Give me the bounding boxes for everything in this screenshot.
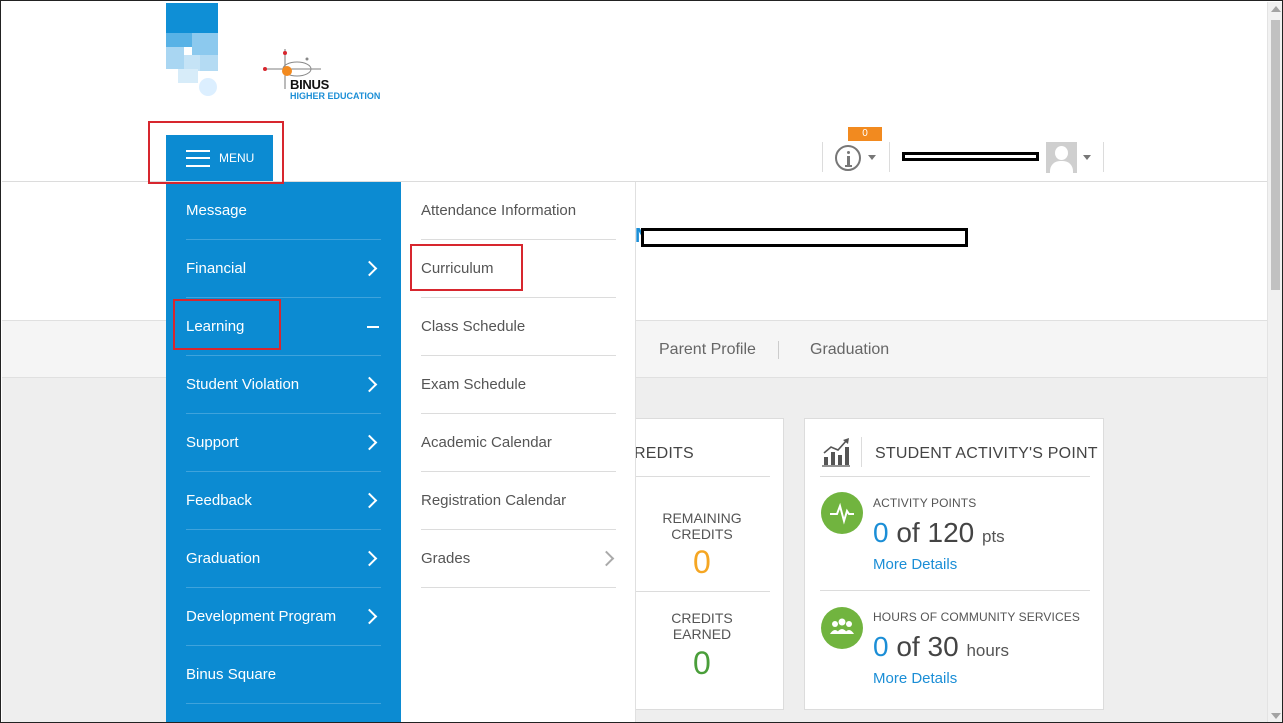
menu-item-binus-square[interactable]: Binus Square [186,646,381,704]
community-services-value: 0 of 30 hours [873,631,1009,662]
learning-submenu-panel: Attendance Information Curriculum Class … [401,182,636,722]
submenu-item-registration-calendar[interactable]: Registration Calendar [421,472,616,530]
brand-name: BINUS [290,77,329,92]
main-menu-panel: Message Financial Learning Student Viola… [166,182,401,722]
tab-graduation[interactable]: Graduation [810,341,889,359]
card-title-divider [861,437,862,467]
browser-viewport: BINUS HIGHER EDUCATION MENU 0 N Parent P… [0,0,1283,723]
card-divider [820,476,1090,477]
submenu-item-exam-schedule[interactable]: Exam Schedule [421,356,616,414]
scroll-up-arrow-icon[interactable] [1271,6,1281,12]
redacted-student-name [641,228,968,247]
activity-card-title: STUDENT ACTIVITY'S POINT [875,445,1098,462]
activity-points-label: ACTIVITY POINTS [873,496,977,510]
credits-card-title: REDITS [634,445,694,462]
header-divider [889,142,890,172]
minus-icon [367,325,379,328]
remaining-credits-label: REMAINING CREDITS [662,510,742,542]
scroll-down-arrow-icon[interactable] [1271,713,1281,719]
activity-points-more-details-link[interactable]: More Details [873,556,957,573]
vertical-scrollbar[interactable] [1267,2,1282,722]
info-dropdown-caret-icon[interactable] [868,155,876,160]
menu-button[interactable]: MENU [166,135,273,181]
menu-item-graduation[interactable]: Graduation [186,530,381,588]
menu-item-financial[interactable]: Financial [186,240,381,298]
info-icon[interactable] [835,145,861,171]
community-services-more-details-link[interactable]: More Details [873,670,957,687]
user-dropdown-caret-icon[interactable] [1083,155,1091,160]
card-divider [622,591,770,592]
submenu-item-class-schedule[interactable]: Class Schedule [421,298,616,356]
card-divider [820,590,1090,591]
activity-points-value: 0 of 120 pts [873,517,1005,548]
header-divider [1103,142,1104,172]
menu-item-support[interactable]: Support [186,414,381,472]
menu-button-label: MENU [219,151,255,165]
binus-higher-education-logo: BINUS HIGHER EDUCATION [263,49,388,101]
student-activity-card: STUDENT ACTIVITY'S POINT ACTIVITY POINTS… [804,418,1104,710]
menu-item-development-program[interactable]: Development Program [186,588,381,646]
tab-parent-profile[interactable]: Parent Profile [659,341,756,359]
chevron-right-icon [361,434,378,451]
bar-chart-icon [822,438,850,467]
submenu-item-academic-calendar[interactable]: Academic Calendar [421,414,616,472]
chevron-right-icon [361,608,378,625]
menu-item-student-violation[interactable]: Student Violation [186,356,381,414]
submenu-item-curriculum[interactable]: Curriculum [421,240,616,298]
menu-item-learning[interactable]: Learning [186,298,381,356]
community-services-label: HOURS OF COMMUNITY SERVICES [873,610,1080,624]
submenu-item-grades[interactable]: Grades [421,530,616,588]
hamburger-icon [186,149,210,167]
redacted-username [902,152,1039,161]
remaining-credits-value: 0 [693,544,711,580]
community-group-icon [821,607,863,649]
binus-mosaic-logo [166,3,218,96]
chevron-right-icon [361,492,378,509]
heartbeat-icon [821,492,863,534]
chevron-right-icon [361,376,378,393]
notification-badge: 0 [848,127,882,141]
brand-subtitle: HIGHER EDUCATION [290,91,381,101]
menu-item-message[interactable]: Message [186,182,381,240]
scrollbar-thumb[interactable] [1271,20,1280,290]
avatar[interactable] [1046,142,1077,173]
chevron-right-icon [598,550,615,567]
chevron-right-icon [361,260,378,277]
credits-earned-label: CREDITS EARNED [671,610,733,642]
card-divider [622,476,770,477]
submenu-item-attendance-information[interactable]: Attendance Information [421,182,616,240]
credits-earned-value: 0 [693,645,711,681]
menu-item-feedback[interactable]: Feedback [186,472,381,530]
tab-separator [778,341,779,359]
header-divider [822,142,823,172]
chevron-right-icon [361,550,378,567]
